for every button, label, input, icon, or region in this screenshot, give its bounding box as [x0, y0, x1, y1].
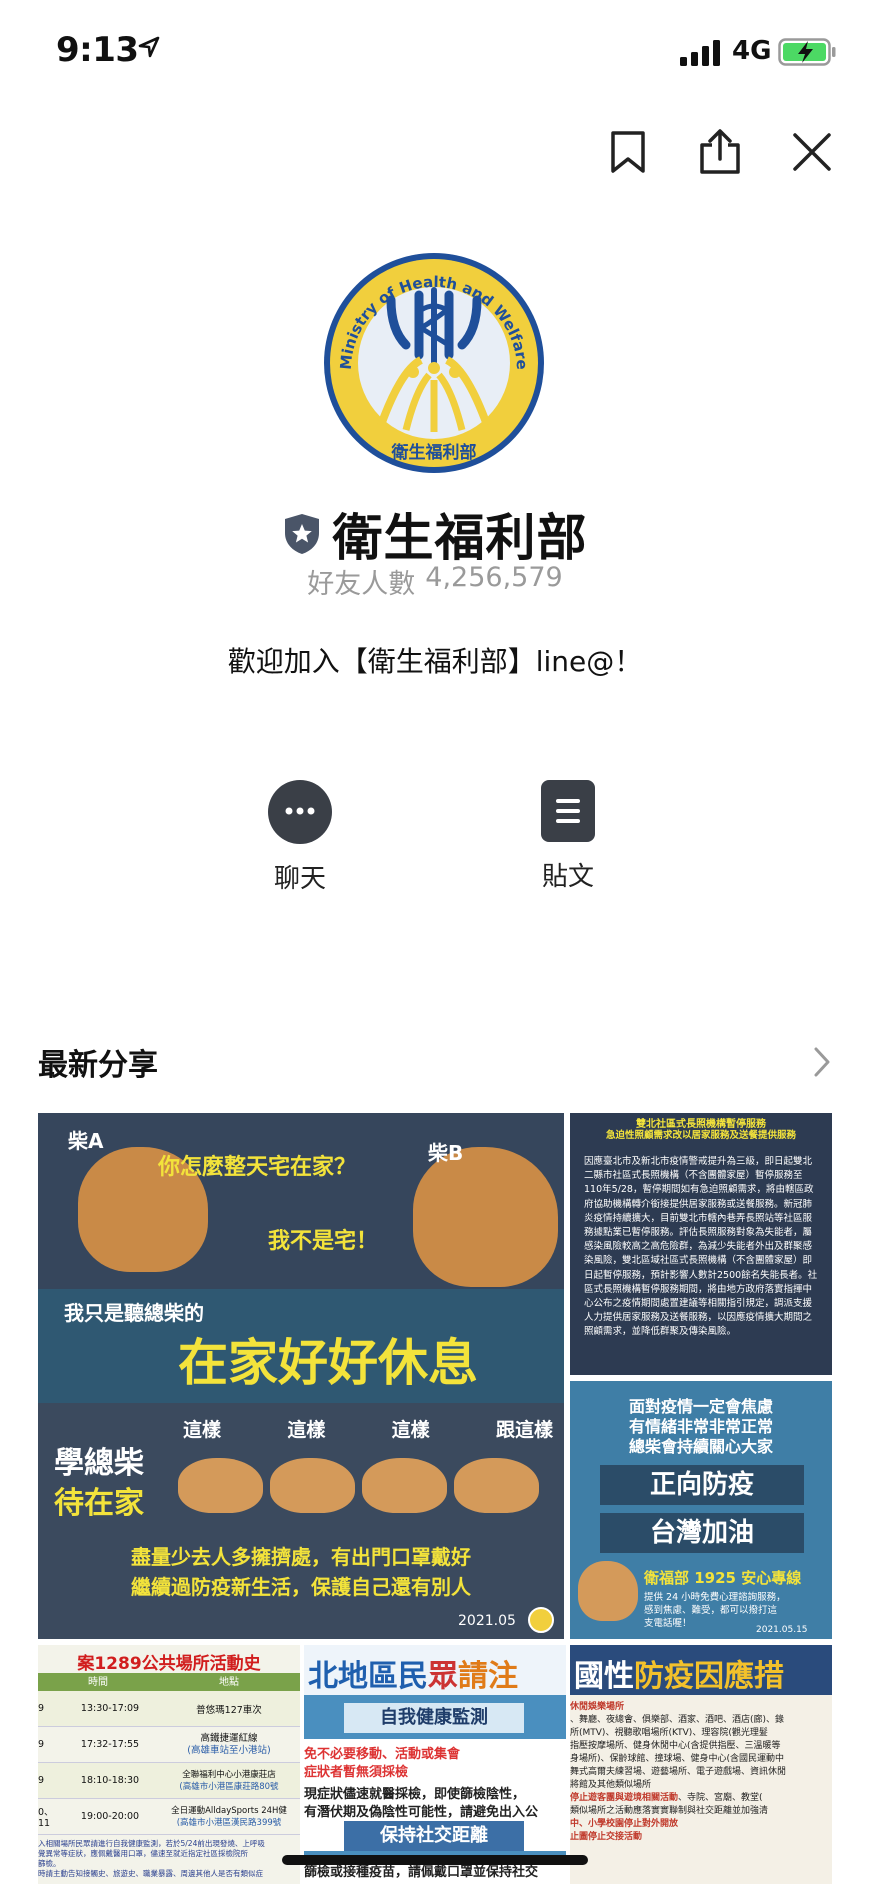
bookmark-button[interactable] [604, 128, 652, 176]
dog-a-label: 柴A [68, 1129, 104, 1153]
status-time: 9:13 [56, 30, 139, 70]
friends-count: 4,256,579 [425, 562, 563, 593]
tile3-desc-3: 支電話喔！ [644, 1618, 692, 1629]
bottom-line-1: 盡量少去人多擁擠處，有出門口罩戴好 [131, 1545, 471, 1569]
tile4-table: 9 13:30-17:09 普悠瑪127車次 9 17:32-17:55 高鐵捷運紅線(… [38, 1691, 300, 1835]
tile6-title: 國性防疫因應措 [574, 1659, 784, 1694]
step-labels: 這樣 這樣 這樣 跟這樣 [183, 1415, 553, 1442]
close-icon [793, 133, 831, 171]
battery-charging-icon [778, 38, 836, 66]
tile3-desc-2: 感到焦慮、難受，都可以撥打這 [644, 1605, 778, 1616]
verified-shield-icon [284, 514, 319, 554]
tile2-title-2: 急迫性照顧需求改以居家服務及送餐提供服務 [605, 1130, 796, 1141]
bookmark-icon [611, 131, 645, 173]
table-row: 0、11 19:00-20:00 全日運動AlldaySports 24H健 (高雄市… [38, 1799, 300, 1835]
tile2-body: 因應臺北市及新北市疫情警戒提升為三級，即日起雙北二縣市社區式長照機構（不含團體家… [584, 1156, 818, 1338]
section-title: 最新分享 [38, 1048, 158, 1083]
tile5-box-2: 保持社交距離 [344, 1821, 524, 1851]
posts-action[interactable]: 貼文 [508, 780, 628, 893]
tile4-header-place: 地點 [219, 1677, 239, 1688]
table-row: 9 17:32-17:55 高鐵捷運紅線 (高雄車站至小港站) [38, 1727, 300, 1763]
table-row: 9 18:10-18:30 全聯福利中心小港康莊店 (高雄市小港區康莊路80號 [38, 1763, 300, 1799]
tile5-box-1: 自我健康監測 [344, 1703, 524, 1733]
tile3-desc-1: 提供 24 小時免費心理諮詢服務， [644, 1592, 786, 1603]
post-thumbnail-long-term-care[interactable]: 雙北社區式長照機構暫停服務 急迫性照顧需求改以居家服務及送餐提供服務 因應臺北市… [570, 1113, 832, 1375]
tile3-date: 2021.05.15 [756, 1625, 808, 1635]
ministry-emblem: Ministry of Health and Welfare 衛生福利部 [324, 253, 544, 473]
tile5-title: 北地區民眾請注 [308, 1659, 518, 1694]
share-icon [700, 129, 740, 174]
tile6-body: 休閒娛樂場所 、舞廳、夜總會、俱樂部、酒家、酒吧、酒店(廊)、錄 所(MTV)、… [570, 1702, 787, 1842]
sub-text: 我只是聽總柴的 [64, 1301, 204, 1325]
posts-label: 貼文 [541, 862, 594, 892]
logo-text-zh: 衛生福利部 [391, 442, 477, 463]
tile3-banner-1: 正向防疫 [600, 1465, 804, 1505]
headline-text: 在家好好休息 [178, 1334, 478, 1392]
status-bar: 9:13 4G [0, 0, 870, 100]
chat-label: 聊天 [273, 864, 326, 894]
bottom-line-2: 繼續過防疫新生活，保護自己還有別人 [131, 1575, 471, 1599]
friends-label: 好友人數 [307, 569, 416, 600]
post-date: 2021.05 [458, 1613, 516, 1629]
share-button[interactable] [696, 128, 744, 176]
tile5-line-3: 現症狀儘速就醫採檢，即使篩檢陰性， [304, 1787, 526, 1802]
cellular-signal-icon [680, 40, 720, 66]
post-thumbnail-mental-health[interactable]: 面對疫情一定會焦慮 有情緒非常非常正常 總柴會持續關心大家 正向防疫 台灣加油 … [570, 1381, 832, 1639]
location-arrow-icon [138, 36, 160, 58]
post-list-icon [541, 780, 595, 842]
chat-action[interactable]: 聊天 [240, 780, 360, 895]
tile4-footnote: 入相關場所民眾請進行自我健康監測，若於5/24前出現發燒、上呼吸 覺異常等症狀，… [38, 1839, 265, 1878]
left-line-1: 學總柴 [54, 1446, 144, 1481]
answer-text: 我不是宅！ [268, 1229, 379, 1254]
post-thumbnail-national-measures[interactable]: 國性防疫因應措 休閒娛樂場所 、舞廳、夜總會、俱樂部、酒家、酒吧、酒店(廊)、錄… [570, 1645, 832, 1884]
home-indicator[interactable] [282, 1855, 588, 1865]
profile-name-row: 衛生福利部 [0, 498, 870, 570]
question-text: 你怎麼整天宅在家？ [158, 1155, 357, 1180]
tile5-line-4: 有潛伏期及偽陰性可能性，請避免出入公 [304, 1805, 539, 1820]
tile5-line-1: 免不必要移動、活動或集會 [304, 1747, 461, 1762]
chevron-right-icon [814, 1047, 830, 1077]
tile4-title: 案1289公共場所活動史 [77, 1654, 261, 1674]
network-type: 4G [732, 36, 772, 66]
account-name: 衛生福利部 [332, 509, 588, 567]
step-label: 這樣 [287, 1419, 326, 1441]
tile4-header: 時間 地點 [38, 1673, 300, 1691]
dog-b-label: 柴B [428, 1141, 464, 1165]
chat-bubble-icon [268, 780, 332, 844]
step-label: 這樣 [183, 1419, 222, 1441]
left-line-2: 待在家 [54, 1486, 144, 1521]
latest-share-header[interactable]: 最新分享 [38, 1040, 832, 1086]
friends-count-row: 好友人數 4,256,579 [0, 562, 870, 601]
post-thumbnail-north-notice[interactable]: 北地區民眾請注 自我健康監測 免不必要移動、活動或集會 症狀者暫無須採檢 現症狀… [304, 1645, 566, 1884]
post-thumbnail-stay-home[interactable]: 柴A 柴B 你怎麼整天宅在家？ 我不是宅！ 我只是聽總柴的 在家好好休息 學總柴… [38, 1113, 564, 1639]
welcome-message: 歡迎加入【衛生福利部】line@！ [227, 645, 643, 678]
step-label: 跟這樣 [495, 1419, 553, 1441]
post-thumbnail-case-1289[interactable]: 案1289公共場所活動史 時間 地點 9 13:30-17:09 普悠瑪127車次 … [38, 1645, 300, 1884]
table-row: 9 13:30-17:09 普悠瑪127車次 [38, 1691, 300, 1727]
profile-logo: Ministry of Health and Welfare 衛生福利部 [321, 250, 547, 476]
tile3-hotline: 衛福部 1925 安心專線 [644, 1569, 802, 1587]
tile3-line-3: 總柴會持續關心大家 [628, 1437, 773, 1456]
step-label: 這樣 [391, 1419, 430, 1441]
tile5-line-2: 症狀者暫無須採檢 [304, 1765, 409, 1780]
tile3-banner-2: 台灣加油 [600, 1513, 804, 1553]
tile4-header-time: 時間 [88, 1677, 108, 1688]
ministry-logo-icon [528, 1607, 554, 1633]
close-button[interactable] [788, 128, 836, 176]
